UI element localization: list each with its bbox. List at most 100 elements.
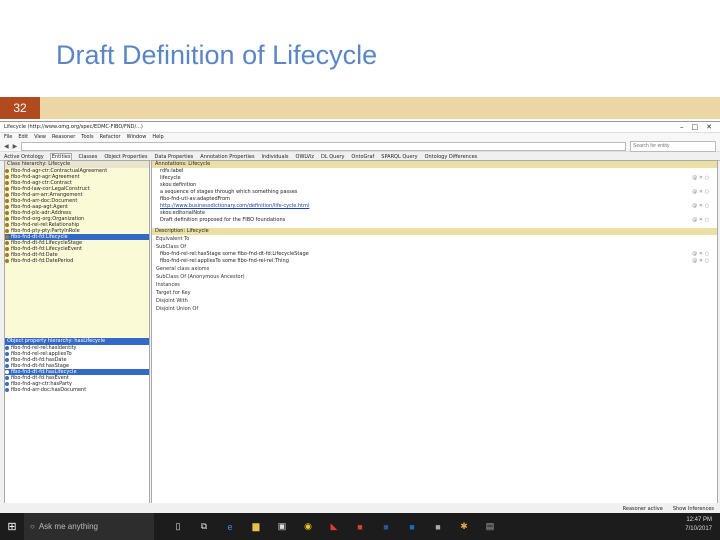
annotation-value: http://www.businessdictionary.com/defini…	[152, 203, 717, 210]
app-icon[interactable]: ▤	[484, 521, 496, 533]
tab-entities[interactable]: Entities	[49, 153, 73, 160]
clock-time: 12:47 PM	[686, 517, 712, 523]
class-icon	[5, 259, 9, 263]
tree-item[interactable]: fibo-fnd-arr-doc:hasDocument	[5, 387, 149, 393]
menu-window[interactable]: Window	[127, 134, 147, 140]
section-instances: Instances	[156, 282, 180, 288]
annotation-label: skos:editorialNote	[160, 210, 206, 216]
search-input[interactable]	[630, 140, 716, 152]
subclass-axiom[interactable]: fibo-fnd-rel-rel:hasStage some fibo-fnd-…	[152, 251, 717, 258]
taskbar-search[interactable]: ○ Ask me anything	[24, 513, 154, 540]
java-icon[interactable]: ✱	[458, 521, 470, 533]
annotation-controls-icon[interactable]: @ ✕ ○	[692, 175, 709, 182]
forward-icon[interactable]: ▶	[13, 143, 18, 150]
description-header: Description: Lifecycle	[152, 228, 717, 235]
annotation-value: lifecycle @ ✕ ○	[160, 175, 709, 182]
annotations-header: Annotations: Lifecycle	[152, 161, 717, 168]
menu-refactor[interactable]: Refactor	[100, 134, 121, 140]
property-icon	[5, 352, 9, 356]
property-icon	[5, 364, 9, 368]
close-icon[interactable]: ✕	[706, 123, 712, 131]
class-icon	[5, 217, 9, 221]
section-subclass-anonymous: SubClass Of (Anonymous Ancestor)	[156, 274, 245, 280]
section-target-for-key: Target for Key	[156, 290, 191, 296]
menu-edit[interactable]: Edit	[18, 134, 28, 140]
class-icon	[5, 241, 9, 245]
app-icon[interactable]: ■	[432, 521, 444, 533]
property-icon	[5, 346, 9, 350]
annotation-label: rdfs:label	[160, 168, 184, 174]
annotation-value: Draft definition proposed for the FIBO f…	[160, 217, 709, 224]
menu-view[interactable]: View	[34, 134, 46, 140]
left-panel: Class hierarchy: Lifecycle fibo-fnd-agr-…	[4, 160, 150, 505]
clock-date: 7/10/2017	[685, 526, 712, 532]
word-icon[interactable]: ■	[380, 521, 392, 533]
property-icon	[5, 382, 9, 386]
tree-item[interactable]: fibo-fnd-dt-fd:DatePeriod	[5, 258, 149, 264]
windows-start-icon[interactable]: ⊞	[0, 513, 24, 540]
window-controls: – □ ✕	[680, 123, 716, 131]
annotation-controls-icon[interactable]: @ ✕ ○	[692, 217, 709, 224]
task-view-icon[interactable]: ⧉	[198, 521, 210, 533]
acrobat-icon[interactable]: ◣	[328, 521, 340, 533]
class-icon	[5, 223, 9, 227]
system-clock[interactable]: 12:47 PM 7/10/2017	[685, 516, 712, 534]
annotation-value: a sequence of stages through which somet…	[160, 189, 709, 196]
reasoner-status: Reasoner active	[622, 505, 663, 512]
window-titlebar: Lifecycle (http://www.omg.org/spec/EDMC-…	[0, 122, 720, 133]
menu-file[interactable]: File	[4, 134, 12, 140]
class-icon	[5, 205, 9, 209]
class-icon	[5, 193, 9, 197]
annotation-controls-icon[interactable]: @ ✕ ○	[692, 189, 709, 196]
axiom-controls-icon[interactable]: @ ✕ ○	[692, 258, 709, 265]
menu-help[interactable]: Help	[152, 134, 163, 140]
slide-number: 32	[0, 97, 40, 119]
property-icon	[5, 376, 9, 380]
powerpoint-icon[interactable]: ■	[354, 521, 366, 533]
class-icon	[5, 247, 9, 251]
class-icon	[5, 187, 9, 191]
taskbar-icons: ▯ ⧉ e ▆ ▣ ◉ ◣ ■ ■ ■ ■ ✱ ▤	[154, 521, 496, 533]
class-icon	[5, 169, 9, 173]
slide-title: Draft Definition of Lifecycle	[56, 40, 378, 70]
subclass-axiom[interactable]: fibo-fnd-rel-rel:appliesTo some fibo-fnd…	[152, 258, 717, 265]
section-subclass-of: SubClass Of	[156, 244, 186, 250]
window-title: Lifecycle (http://www.omg.org/spec/EDMC-…	[4, 124, 143, 130]
cortana-icon[interactable]: ▯	[172, 521, 184, 533]
chrome-icon[interactable]: ◉	[302, 521, 314, 533]
section-disjoint-with: Disjoint With	[156, 298, 188, 304]
microphone-icon: ○	[30, 522, 35, 531]
property-tree: fibo-fnd-rel-rel:hasIdentity fibo-fnd-re…	[5, 345, 149, 393]
minimize-icon[interactable]: –	[680, 123, 684, 131]
class-hierarchy-header: Class hierarchy: Lifecycle	[5, 161, 149, 168]
class-icon	[5, 181, 9, 185]
taskbar: ⊞ ○ Ask me anything ▯ ⧉ e ▆ ▣ ◉ ◣ ■ ■ ■ …	[0, 513, 720, 540]
class-icon	[5, 175, 9, 179]
show-inferences-checkbox[interactable]: Show Inferences	[673, 506, 714, 512]
file-explorer-icon[interactable]: ▆	[250, 521, 262, 533]
property-icon	[5, 388, 9, 392]
maximize-icon[interactable]: □	[692, 123, 699, 131]
menu-bar: File Edit View Reasoner Tools Refactor W…	[0, 133, 720, 141]
back-icon[interactable]: ◀	[4, 143, 9, 150]
class-icon	[5, 253, 9, 257]
section-equivalent-to: Equivalent To	[156, 236, 190, 242]
store-icon[interactable]: ▣	[276, 521, 288, 533]
axiom-controls-icon[interactable]: @ ✕ ○	[692, 251, 709, 258]
slide-bar	[0, 97, 720, 119]
menu-reasoner[interactable]: Reasoner	[52, 134, 75, 140]
annotation-link[interactable]: http://www.businessdictionary.com/defini…	[160, 203, 309, 209]
edge-icon[interactable]: e	[224, 521, 236, 533]
outlook-icon[interactable]: ■	[406, 521, 418, 533]
annotation-controls-icon[interactable]: @ ✕ ○	[692, 203, 709, 210]
class-tree: fibo-fnd-agr-ctr:ContractualAgreement fi…	[5, 168, 149, 338]
section-disjoint-union-of: Disjoint Union Of	[156, 306, 199, 312]
toolbar: ◀ ▶	[0, 140, 720, 152]
right-panel: Annotations: Lifecycle rdfs:label lifecy…	[151, 160, 718, 505]
class-icon	[5, 229, 9, 233]
ontology-selector[interactable]	[21, 141, 626, 151]
annotation-label: fibo-fnd-utl-av:adaptedFrom	[160, 196, 231, 202]
section-general-class-axioms: General class axioms	[156, 266, 210, 272]
taskbar-search-text: Ask me anything	[38, 522, 98, 531]
menu-tools[interactable]: Tools	[81, 134, 93, 140]
